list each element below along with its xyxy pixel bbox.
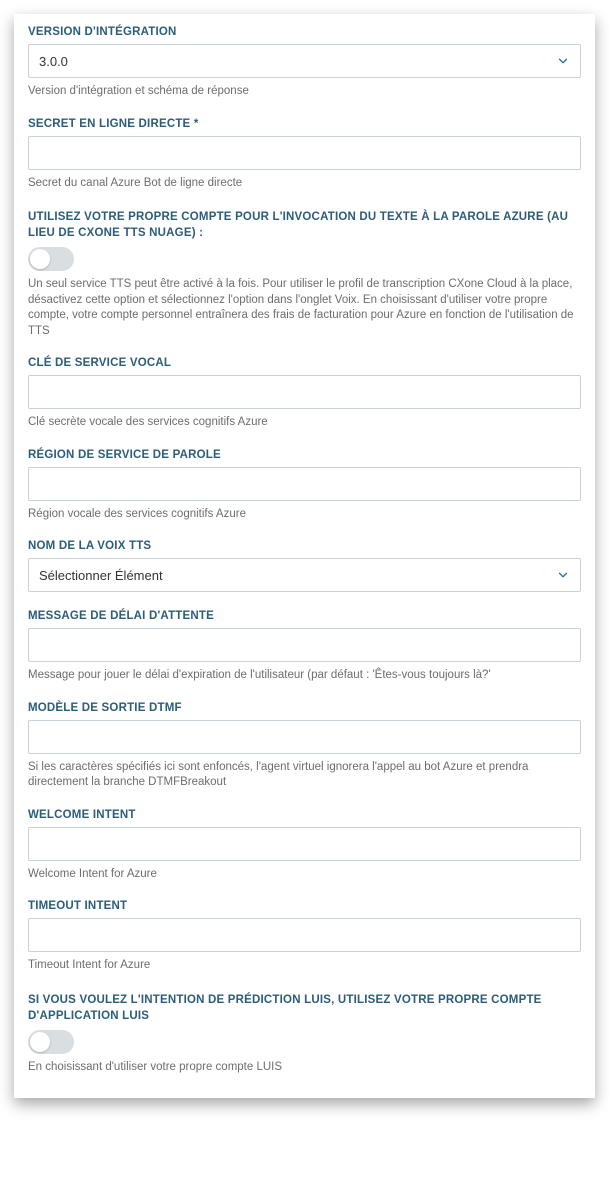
field-use-luis: SI VOUS VOULEZ L'INTENTION DE PRÉDICTION…: [28, 992, 581, 1076]
chevron-down-icon: [556, 54, 570, 68]
select-integration-version[interactable]: 3.0.0: [28, 44, 581, 78]
field-dtmf-model: MODÈLE DE SORTIE DTMF Si les caractères …: [28, 702, 581, 791]
help-voice-service-key: Clé secrète vocale des services cognitif…: [28, 415, 581, 431]
help-welcome-intent: Welcome Intent for Azure: [28, 867, 581, 883]
label-speech-region: RÉGION DE SERVICE DE PAROLE: [28, 449, 581, 461]
field-voice-service-key: CLÉ DE SERVICE VOCAL Clé secrète vocale …: [28, 357, 581, 431]
field-timeout-intent: TIMEOUT INTENT Timeout Intent for Azure: [28, 900, 581, 974]
field-tts-voice-name: NOM DE LA VOIX TTS Sélectionner Élément: [28, 540, 581, 592]
input-voice-service-key[interactable]: [28, 375, 581, 409]
label-timeout-intent: TIMEOUT INTENT: [28, 900, 581, 912]
input-timeout-intent[interactable]: [28, 918, 581, 952]
input-speech-region[interactable]: [28, 467, 581, 501]
input-welcome-intent[interactable]: [28, 827, 581, 861]
help-speech-region: Région vocale des services cognitifs Azu…: [28, 507, 581, 523]
integration-form-panel: VERSION D'INTÉGRATION 3.0.0 Version d'in…: [14, 14, 595, 1098]
toggle-knob: [30, 1032, 50, 1052]
field-timeout-message: MESSAGE DE DÉLAI D'ATTENTE Message pour …: [28, 610, 581, 684]
label-use-luis: SI VOUS VOULEZ L'INTENTION DE PRÉDICTION…: [28, 992, 581, 1024]
select-tts-voice-name-value: Sélectionner Élément: [39, 568, 556, 583]
toggle-use-luis[interactable]: [28, 1030, 74, 1054]
help-use-own-azure-tts: Un seul service TTS peut être activé à l…: [28, 277, 581, 339]
select-integration-version-value: 3.0.0: [39, 54, 556, 69]
input-directline-secret[interactable]: [28, 136, 581, 170]
label-timeout-message: MESSAGE DE DÉLAI D'ATTENTE: [28, 610, 581, 622]
field-speech-region: RÉGION DE SERVICE DE PAROLE Région vocal…: [28, 449, 581, 523]
help-use-luis: En choisissant d'utiliser votre propre c…: [28, 1060, 581, 1076]
field-integration-version: VERSION D'INTÉGRATION 3.0.0 Version d'in…: [28, 26, 581, 100]
help-dtmf-model: Si les caractères spécifiés ici sont enf…: [28, 760, 581, 791]
label-voice-service-key: CLÉ DE SERVICE VOCAL: [28, 357, 581, 369]
chevron-down-icon: [556, 568, 570, 582]
input-dtmf-model[interactable]: [28, 720, 581, 754]
input-timeout-message[interactable]: [28, 628, 581, 662]
field-directline-secret: SECRET EN LIGNE DIRECTE * Secret du cana…: [28, 118, 581, 192]
field-welcome-intent: WELCOME INTENT Welcome Intent for Azure: [28, 809, 581, 883]
toggle-use-own-azure-tts[interactable]: [28, 247, 74, 271]
toggle-knob: [30, 249, 50, 269]
field-use-own-azure-tts: UTILISEZ VOTRE PROPRE COMPTE POUR L'INVO…: [28, 209, 581, 339]
label-dtmf-model: MODÈLE DE SORTIE DTMF: [28, 702, 581, 714]
label-use-own-azure-tts: UTILISEZ VOTRE PROPRE COMPTE POUR L'INVO…: [28, 209, 581, 241]
label-welcome-intent: WELCOME INTENT: [28, 809, 581, 821]
label-tts-voice-name: NOM DE LA VOIX TTS: [28, 540, 581, 552]
help-directline-secret: Secret du canal Azure Bot de ligne direc…: [28, 176, 581, 192]
select-tts-voice-name[interactable]: Sélectionner Élément: [28, 558, 581, 592]
help-timeout-intent: Timeout Intent for Azure: [28, 958, 581, 974]
label-integration-version: VERSION D'INTÉGRATION: [28, 26, 581, 38]
label-directline-secret: SECRET EN LIGNE DIRECTE *: [28, 118, 581, 130]
help-integration-version: Version d'intégration et schéma de répon…: [28, 84, 581, 100]
help-timeout-message: Message pour jouer le délai d'expiration…: [28, 668, 581, 684]
